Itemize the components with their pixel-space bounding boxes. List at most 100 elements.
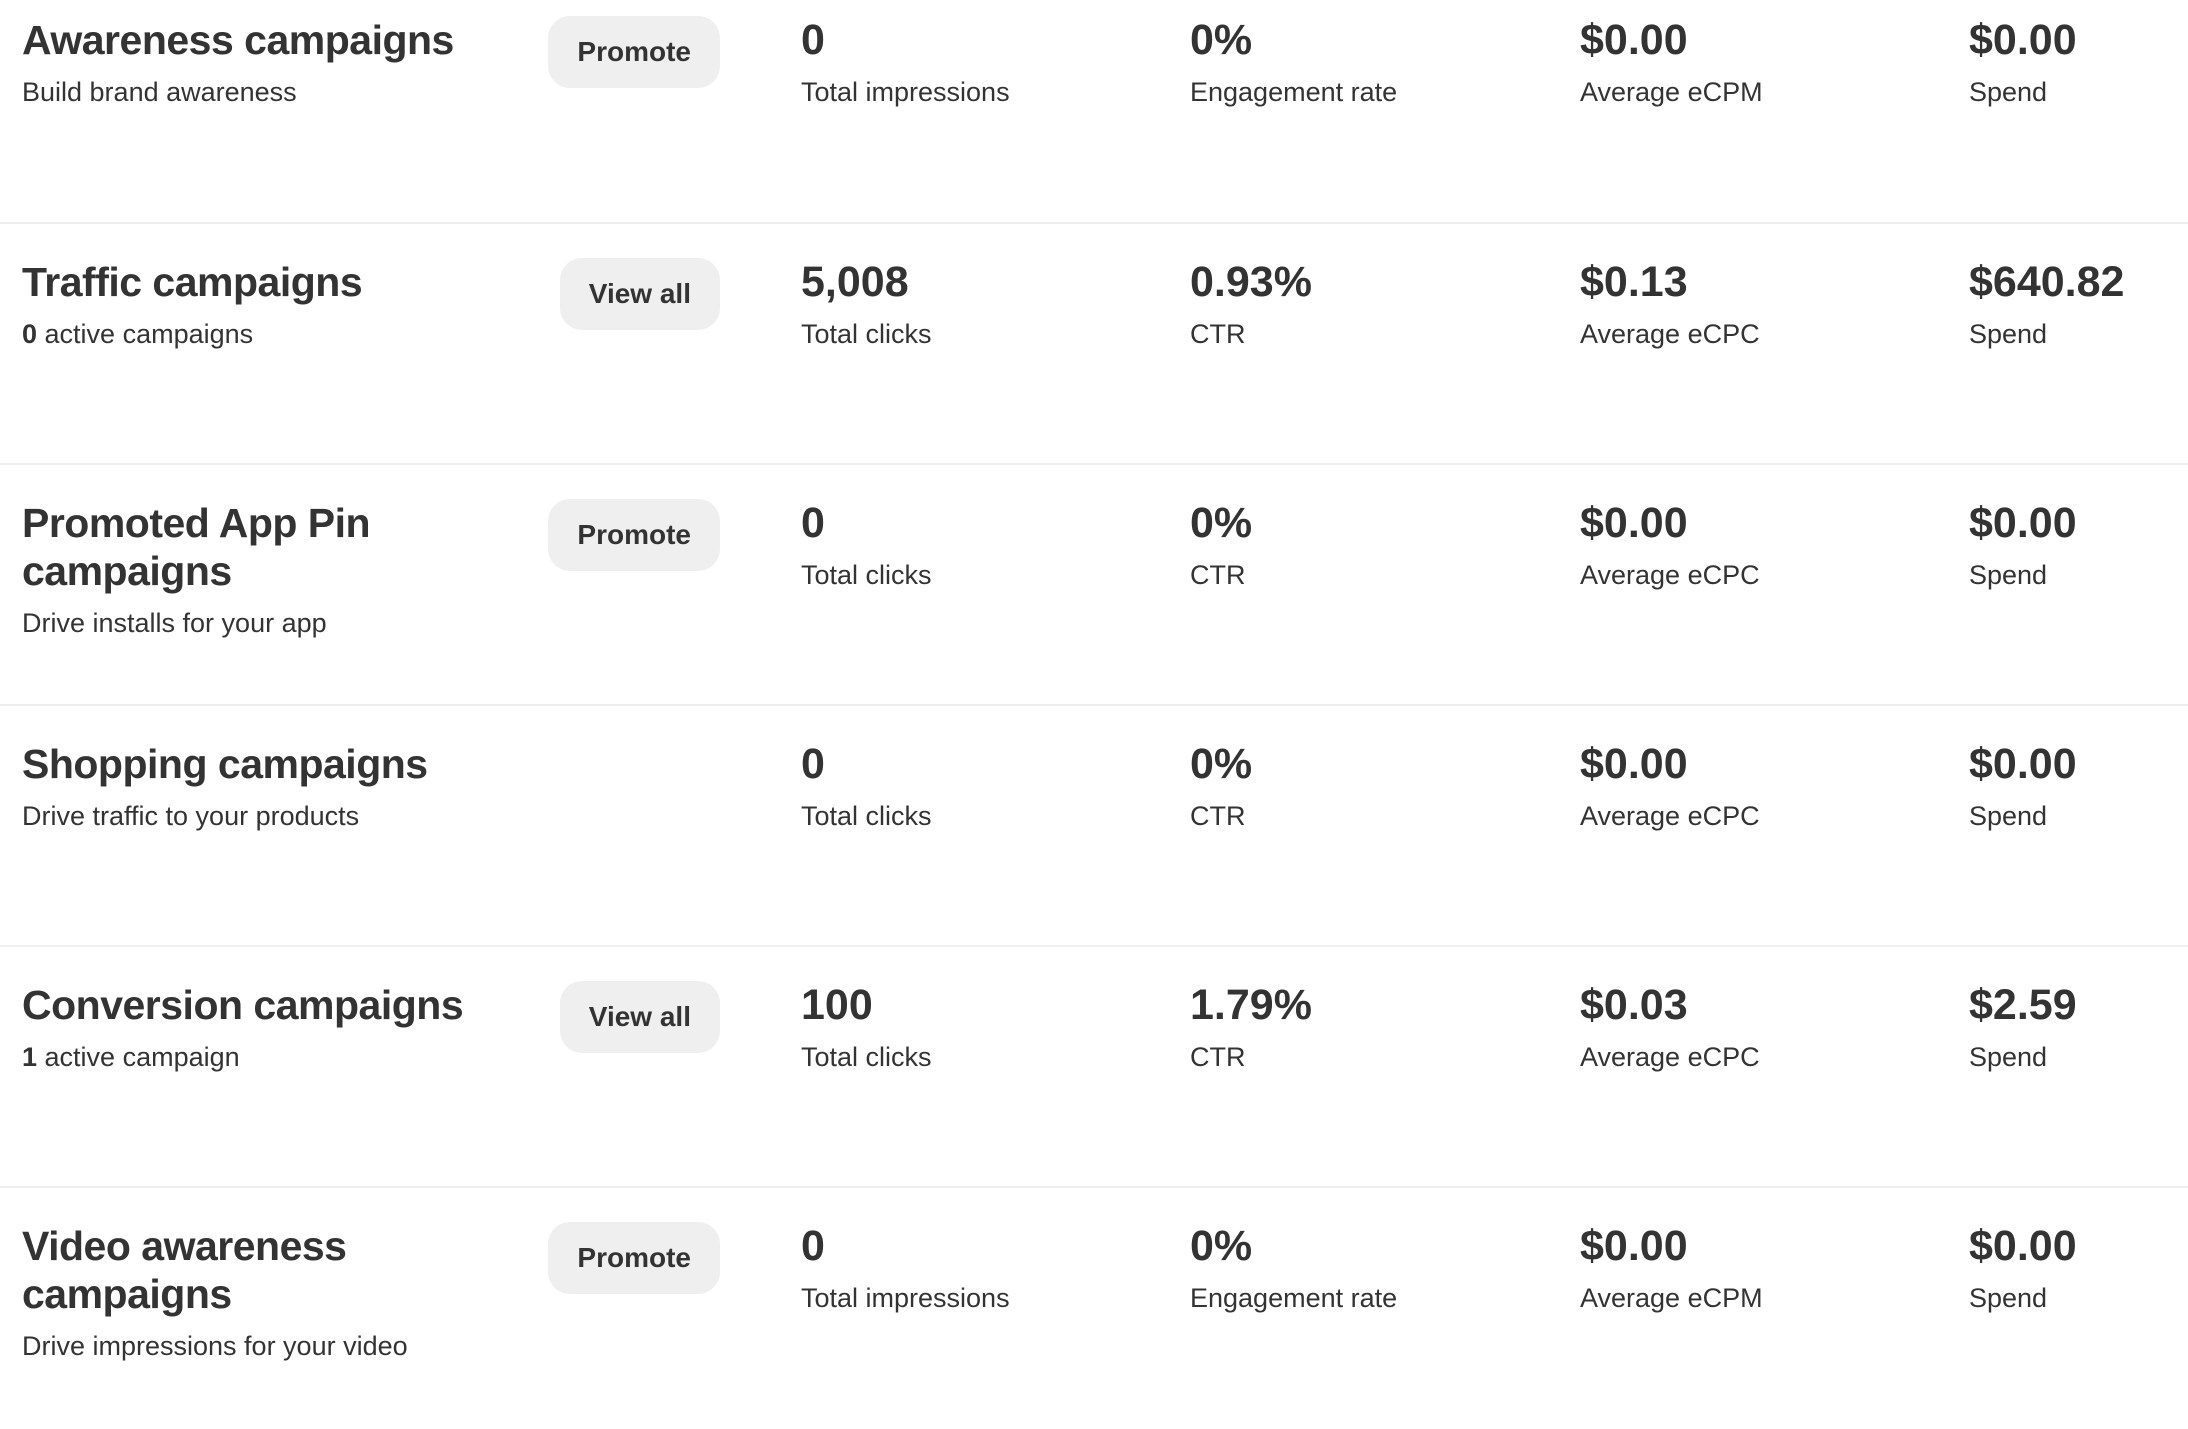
metric-value: $0.00 — [1580, 16, 1688, 64]
metric-value: 100 — [801, 981, 873, 1029]
metric-value: $0.00 — [1580, 740, 1688, 788]
metric-label: Average eCPC — [1580, 319, 1760, 349]
campaign-row-promoted-app-pin: Promoted App Pin campaigns Drive install… — [0, 465, 2188, 706]
metric-total-clicks: 5,008 Total clicks — [801, 258, 932, 352]
campaign-list: Awareness campaigns Build brand awarenes… — [0, 0, 2188, 1429]
campaign-title: Awareness campaigns — [22, 17, 454, 63]
campaign-subtitle: Build brand awareness — [22, 74, 522, 110]
metric-value: 1.79% — [1190, 981, 1312, 1029]
metric-engagement-rate: 0% Engagement rate — [1190, 1222, 1397, 1316]
active-campaign-count: 1 — [22, 1042, 38, 1072]
metric-spend: $0.00 Spend — [1969, 16, 2077, 110]
view-all-button[interactable]: View all — [559, 981, 720, 1053]
metric-value: $0.00 — [1969, 499, 2077, 547]
campaign-row-shopping: Shopping campaigns Drive traffic to your… — [0, 706, 2188, 947]
metric-label: CTR — [1190, 319, 1246, 349]
metric-value: $0.00 — [1580, 1222, 1688, 1270]
metric-label: Total clicks — [801, 319, 932, 349]
campaign-subtitle: 1 active campaign — [22, 1039, 522, 1075]
campaign-title: Shopping campaigns — [22, 741, 428, 787]
metric-value: $0.03 — [1580, 981, 1688, 1029]
metric-average-ecpm: $0.00 Average eCPM — [1580, 16, 1763, 110]
campaign-info: Shopping campaigns Drive traffic to your… — [22, 740, 522, 834]
metric-label: Total impressions — [801, 1283, 1010, 1313]
metric-label: Engagement rate — [1190, 77, 1398, 107]
campaign-info: Awareness campaigns Build brand awarenes… — [22, 16, 522, 110]
metric-label: Spend — [1969, 560, 2048, 590]
metric-label: Spend — [1969, 77, 2048, 107]
campaign-description: active campaign — [37, 1042, 240, 1072]
promote-button[interactable]: Promote — [548, 499, 720, 571]
campaign-title: Promoted App Pin campaigns — [22, 500, 371, 594]
campaign-description: active campaigns — [37, 319, 254, 349]
metric-value: $0.00 — [1580, 499, 1688, 547]
metric-average-ecpc: $0.03 Average eCPC — [1580, 981, 1760, 1075]
campaign-row-awareness: Awareness campaigns Build brand awarenes… — [0, 0, 2188, 224]
metric-label: Average eCPC — [1580, 560, 1760, 590]
metric-label: Total clicks — [801, 801, 932, 831]
metric-value: $0.00 — [1969, 740, 2077, 788]
campaign-subtitle: Drive traffic to your products — [22, 798, 522, 834]
metric-total-impressions: 0 Total impressions — [801, 16, 1010, 110]
metric-value: 0% — [1190, 16, 1253, 64]
metric-value: 0% — [1190, 740, 1253, 788]
metric-ctr: 0.93% CTR — [1190, 258, 1312, 352]
metric-label: Average eCPC — [1580, 1042, 1760, 1072]
metric-label: Engagement rate — [1190, 1283, 1398, 1313]
view-all-button[interactable]: View all — [559, 258, 720, 330]
metric-value: 0 — [801, 499, 825, 547]
metric-value: $0.00 — [1969, 1222, 2077, 1270]
metric-total-clicks: 100 Total clicks — [801, 981, 932, 1075]
campaign-row-traffic: Traffic campaigns 0 active campaigns Vie… — [0, 224, 2188, 465]
metric-spend: $2.59 Spend — [1969, 981, 2077, 1075]
campaign-subtitle: 0 active campaigns — [22, 316, 522, 352]
metric-label: Spend — [1969, 1042, 2048, 1072]
metric-label: CTR — [1190, 560, 1246, 590]
metric-value: $2.59 — [1969, 981, 2077, 1029]
metric-total-impressions: 0 Total impressions — [801, 1222, 1010, 1316]
metric-total-clicks: 0 Total clicks — [801, 740, 932, 834]
campaign-title: Traffic campaigns — [22, 259, 363, 305]
campaign-row-video-awareness: Video awareness campaigns Drive impressi… — [0, 1188, 2188, 1429]
metric-average-ecpc: $0.00 Average eCPC — [1580, 499, 1760, 593]
metric-average-ecpm: $0.00 Average eCPM — [1580, 1222, 1763, 1316]
metric-value: 5,008 — [801, 258, 909, 306]
campaign-info: Video awareness campaigns Drive impressi… — [22, 1222, 442, 1364]
metric-value: $0.13 — [1580, 258, 1688, 306]
metric-spend: $640.82 Spend — [1969, 258, 2124, 352]
campaign-description: Drive traffic to your products — [22, 801, 360, 831]
metric-value: 0% — [1190, 499, 1253, 547]
metric-label: Spend — [1969, 1283, 2048, 1313]
metric-label: Average eCPM — [1580, 77, 1763, 107]
active-campaign-count: 0 — [22, 319, 38, 349]
campaign-description: Drive impressions for your video — [22, 1331, 408, 1361]
campaign-title: Conversion campaigns — [22, 982, 464, 1028]
metric-spend: $0.00 Spend — [1969, 499, 2077, 593]
metric-label: CTR — [1190, 1042, 1246, 1072]
campaign-info: Conversion campaigns 1 active campaign — [22, 981, 522, 1075]
metric-value: 0.93% — [1190, 258, 1312, 306]
metric-label: Total impressions — [801, 77, 1010, 107]
metric-value: $640.82 — [1969, 258, 2125, 306]
metric-label: Spend — [1969, 801, 2048, 831]
metric-label: CTR — [1190, 801, 1246, 831]
metric-ctr: 0% CTR — [1190, 740, 1252, 834]
metric-total-clicks: 0 Total clicks — [801, 499, 932, 593]
metric-engagement-rate: 0% Engagement rate — [1190, 16, 1397, 110]
promote-button[interactable]: Promote — [548, 16, 720, 88]
campaign-title: Video awareness campaigns — [22, 1223, 347, 1317]
metric-label: Total clicks — [801, 1042, 932, 1072]
metric-label: Average eCPC — [1580, 801, 1760, 831]
campaign-subtitle: Drive impressions for your video — [22, 1328, 442, 1364]
campaign-info: Promoted App Pin campaigns Drive install… — [22, 499, 442, 641]
campaign-row-conversion: Conversion campaigns 1 active campaign V… — [0, 947, 2188, 1188]
metric-value: $0.00 — [1969, 16, 2077, 64]
campaign-description: Build brand awareness — [22, 77, 297, 107]
campaign-subtitle: Drive installs for your app — [22, 605, 442, 641]
promote-button[interactable]: Promote — [548, 1222, 720, 1294]
metric-spend: $0.00 Spend — [1969, 1222, 2077, 1316]
campaign-description: Drive installs for your app — [22, 608, 327, 638]
metric-label: Total clicks — [801, 560, 932, 590]
metric-ctr: 1.79% CTR — [1190, 981, 1312, 1075]
metric-value: 0 — [801, 16, 825, 64]
